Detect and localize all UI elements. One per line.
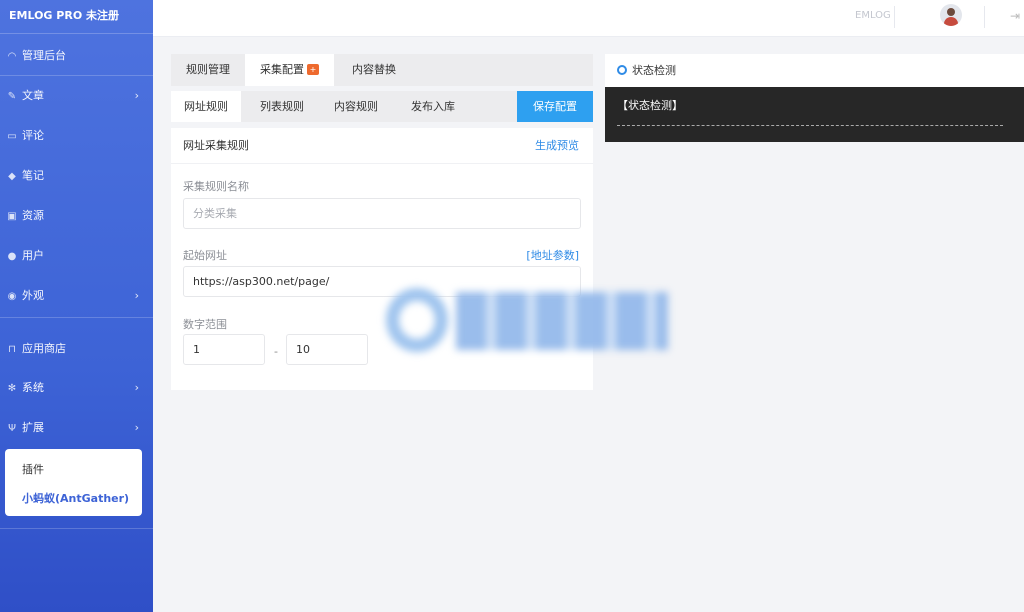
sidebar-item-app-store[interactable]: ⊓ 应用商店 (0, 337, 153, 361)
status-title: 状态检测 (632, 64, 676, 77)
chevron-right-icon: › (134, 421, 139, 434)
sidebar-item-label: 扩展 (22, 421, 44, 434)
generate-preview-link[interactable]: 生成预览 (535, 128, 579, 164)
sidebar-item-resources[interactable]: ▣ 资源 (0, 204, 153, 228)
main-tabs: 规则管理 采集配置 + 内容替换 (171, 54, 593, 86)
tab-label: 列表规则 (260, 100, 304, 113)
save-config-button[interactable]: 保存配置 (517, 91, 593, 122)
chevron-right-icon: › (134, 89, 139, 102)
gear-icon: ✻ (7, 383, 17, 394)
sidebar-item-label: 笔记 (22, 169, 44, 182)
rule-name-label: 采集规则名称 (183, 180, 249, 193)
topbar-divider (894, 6, 895, 28)
site-name-link[interactable]: EMLOG (855, 10, 891, 21)
rule-name-input[interactable]: 分类采集 (183, 198, 581, 229)
status-header: 状态检测 (605, 54, 1024, 86)
sidebar-item-label: 管理后台 (22, 49, 66, 62)
tab-content-replace[interactable]: 内容替换 (334, 54, 414, 86)
tab-content-rules[interactable]: 内容规则 (319, 91, 393, 122)
sidebar-item-label: 评论 (22, 129, 44, 142)
pencil-icon: ✎ (7, 91, 17, 102)
user-icon: ● (7, 251, 17, 262)
sidebar-item-label: 文章 (22, 89, 44, 102)
sidebar-item-label: 用户 (22, 249, 44, 262)
tab-label: 网址规则 (184, 100, 228, 113)
console-divider (617, 125, 1003, 126)
sidebar-item-system[interactable]: ✻ 系统 › (0, 376, 153, 400)
sidebar: EMLOG PRO 未注册 ◠ 管理后台 ✎ 文章 › ▭ 评论 ◆ 笔记 ▣ 资源 ● 用… (0, 0, 153, 612)
topbar-divider (984, 6, 985, 28)
range-from-input[interactable]: 1 (183, 334, 265, 365)
sidebar-item-dashboard[interactable]: ◠ 管理后台 (0, 44, 153, 68)
top-bar: EMLOG ⇥ (153, 0, 1024, 37)
tab-list-rules[interactable]: 列表规则 (245, 91, 319, 122)
tab-publish[interactable]: 发布入库 (393, 91, 473, 122)
url-param-link[interactable]: [地址参数] (526, 247, 579, 263)
tab-url-rules[interactable]: 网址规则 (171, 91, 241, 122)
dashboard-icon: ◠ (7, 51, 17, 62)
watermark-logo (378, 282, 670, 360)
tab-label: 发布入库 (411, 100, 455, 113)
start-url-label: 起始网址 (183, 249, 227, 262)
tab-label: 内容规则 (334, 100, 378, 113)
sidebar-item-notes[interactable]: ◆ 笔记 (0, 164, 153, 188)
sidebar-item-comments[interactable]: ▭ 评论 (0, 124, 153, 148)
tab-label: 采集配置 (260, 63, 304, 76)
sidebar-item-label: 应用商店 (22, 342, 66, 355)
sub-tabs: 网址规则 列表规则 内容规则 发布入库 保存配置 (171, 91, 593, 122)
comment-icon: ▭ (7, 131, 17, 142)
sidebar-item-extensions[interactable]: Ψ 扩展 › (0, 416, 153, 440)
console-text: 【状态检测】 (617, 99, 683, 112)
submenu-item-antgather[interactable]: 小蚂蚁(AntGather) (22, 490, 129, 506)
submenu-item-plugins[interactable]: 插件 (22, 461, 44, 477)
tab-collect-config[interactable]: 采集配置 + (245, 54, 334, 86)
plug-icon: Ψ (8, 423, 16, 434)
avatar-icon[interactable] (940, 4, 962, 26)
sidebar-item-articles[interactable]: ✎ 文章 › (0, 84, 153, 108)
tab-label: 内容替换 (352, 63, 396, 76)
status-console: 【状态检测】 (605, 87, 1024, 142)
card-title: 网址采集规则 (183, 139, 249, 152)
sidebar-item-users[interactable]: ● 用户 (0, 244, 153, 268)
sidebar-item-label: 外观 (22, 289, 44, 302)
card-header: 网址采集规则 生成预览 (171, 128, 593, 164)
tab-label: 规则管理 (186, 63, 230, 76)
extensions-submenu: 插件 小蚂蚁(AntGather) (5, 449, 142, 516)
chevron-right-icon: › (134, 289, 139, 302)
sidebar-item-label: 系统 (22, 381, 44, 394)
tab-rule-management[interactable]: 规则管理 (171, 54, 245, 86)
plus-badge-icon: + (307, 64, 319, 75)
target-icon (617, 65, 627, 75)
range-to-input[interactable]: 10 (286, 334, 368, 365)
number-range-label: 数字范围 (183, 318, 227, 331)
logout-icon[interactable]: ⇥ (1010, 9, 1020, 23)
palette-icon: ◉ (7, 291, 17, 302)
brand-title: EMLOG PRO 未注册 (0, 0, 153, 34)
range-separator: - (274, 345, 278, 358)
sidebar-item-appearance[interactable]: ◉ 外观 › (0, 284, 153, 308)
status-panel: 状态检测 【状态检测】 (605, 54, 1024, 142)
image-icon: ▣ (7, 211, 17, 222)
sidebar-item-label: 资源 (22, 209, 44, 222)
cart-icon: ⊓ (8, 344, 16, 355)
note-icon: ◆ (8, 171, 16, 182)
chevron-right-icon: › (134, 381, 139, 394)
